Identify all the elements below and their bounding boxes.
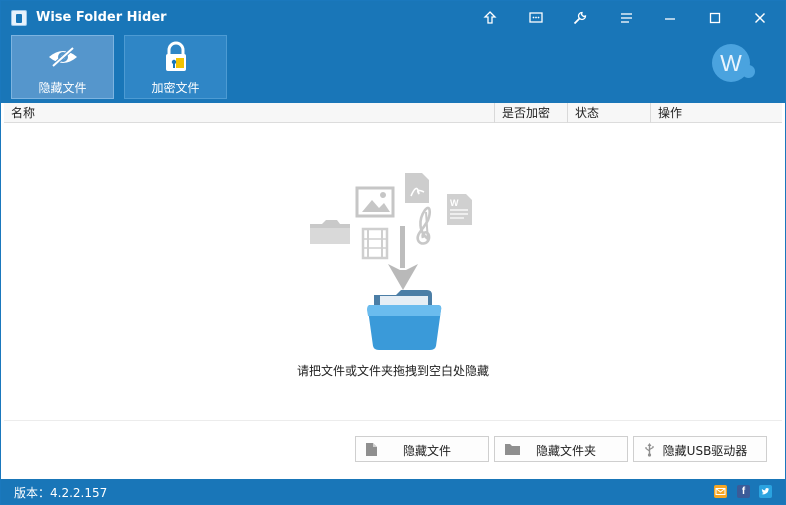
column-header-action[interactable]: 操作 [650,103,773,123]
version-label: 版本：4.2.2.157 [14,486,108,500]
hide-file-button[interactable]: 隐藏文件 [355,436,489,462]
minimize-icon[interactable] [655,5,685,31]
status-bar: 版本：4.2.2.157 f [1,479,785,504]
hide-folder-button-label: 隐藏文件夹 [535,444,596,458]
hide-file-button-label: 隐藏文件 [402,444,451,458]
feedback-icon[interactable] [521,5,551,31]
word-doc-icon: W [447,194,472,225]
tab-hide-file-label: 隐藏文件 [38,81,87,95]
lock-icon [125,41,226,72]
hide-folder-button[interactable]: 隐藏文件夹 [494,436,628,462]
film-icon [361,227,389,260]
file-table-header: 名称 是否加密 状态 操作 [4,103,782,123]
menu-icon[interactable] [611,5,641,31]
open-folder-icon [367,290,442,350]
image-icon [355,186,395,218]
eye-slash-icon [12,42,113,72]
title-bar: Wise Folder Hider 隐藏文件 加密文件 W [1,1,785,103]
pdf-icon [405,173,429,203]
tab-encrypt-file[interactable]: 加密文件 [124,35,227,99]
window-title: Wise Folder Hider [36,10,167,25]
music-note-icon [416,206,431,245]
maximize-icon[interactable] [700,5,730,31]
tab-encrypt-file-label: 加密文件 [151,81,200,95]
email-icon[interactable] [714,485,727,498]
twitter-icon[interactable] [759,485,772,498]
folder-icon [310,220,350,244]
down-arrow-icon [388,226,418,290]
facebook-icon[interactable]: f [737,485,750,498]
column-header-name[interactable]: 名称 [4,103,494,123]
hide-usb-drive-button-label: 隐藏USB驱动器 [662,444,748,458]
app-window: Wise Folder Hider 隐藏文件 加密文件 W 名称 是否加密 状态… [0,0,786,505]
tab-hide-file[interactable]: 隐藏文件 [11,35,114,99]
divider [4,420,782,421]
column-header-encrypted[interactable]: 是否加密 [494,103,567,123]
avatar-badge [742,65,755,78]
hide-usb-drive-button[interactable]: 隐藏USB驱动器 [633,436,767,462]
column-header-status[interactable]: 状态 [567,103,650,123]
app-logo-icon [11,10,27,26]
upgrade-icon[interactable] [475,5,505,31]
drop-hint-text: 请把文件或文件夹拖拽到空白处隐藏 [296,364,489,378]
settings-icon[interactable] [565,5,595,31]
svg-text:W: W [450,198,459,208]
close-icon[interactable] [745,5,775,31]
